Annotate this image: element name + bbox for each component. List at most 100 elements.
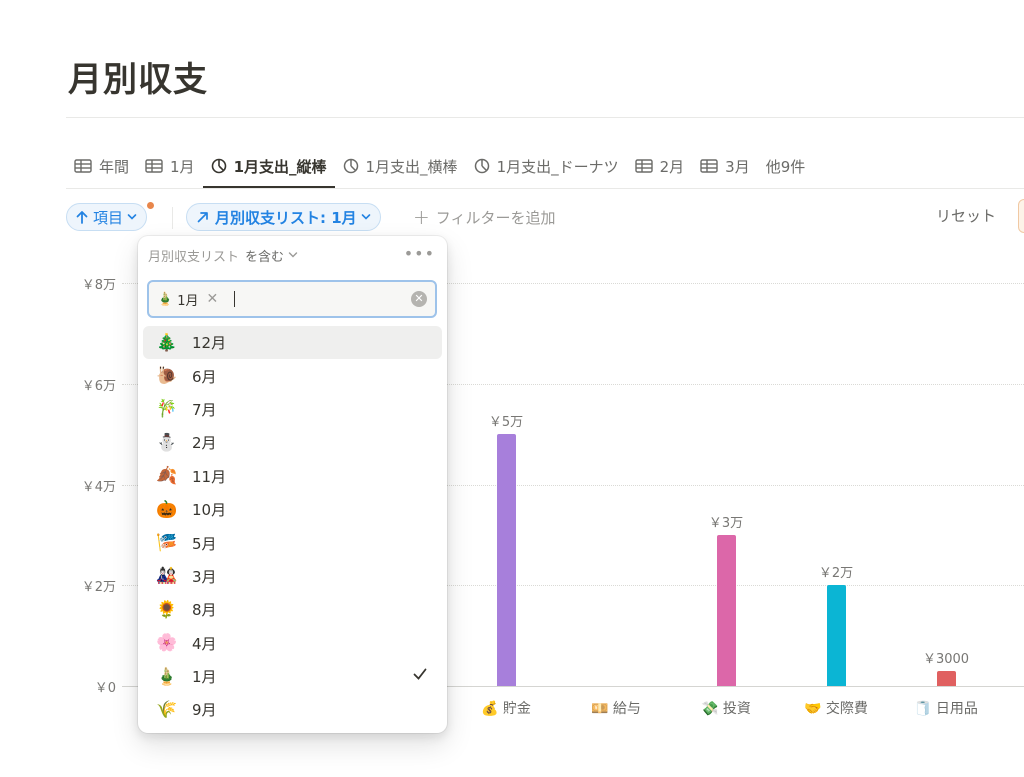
chart-icon bbox=[211, 158, 226, 174]
tab-jan-expense-donut[interactable]: 1月支出_ドーナツ bbox=[466, 146, 627, 186]
option-item[interactable]: 🍂 11月 bbox=[143, 460, 442, 493]
token-emoji: 🎍 bbox=[157, 291, 174, 307]
option-item[interactable]: 🎄 12月 bbox=[143, 326, 442, 360]
tab-march[interactable]: 3月 bbox=[692, 146, 758, 186]
table-icon bbox=[700, 159, 718, 173]
arrow-up-icon bbox=[76, 211, 88, 224]
table-icon bbox=[74, 159, 92, 173]
tab-annual[interactable]: 年間 bbox=[66, 146, 137, 186]
option-item[interactable]: 🐌 6月 bbox=[143, 359, 442, 392]
save-button[interactable] bbox=[1018, 199, 1024, 233]
option-item[interactable]: 🎏 5月 bbox=[143, 526, 442, 559]
bar-value-label: ￥2万 bbox=[818, 566, 854, 582]
tab-label: 1月 bbox=[170, 157, 195, 176]
filter-operator[interactable]: を含む bbox=[245, 246, 284, 265]
filter-property-name: 月別収支リスト bbox=[148, 249, 240, 265]
option-label: 7月 bbox=[192, 400, 217, 419]
add-filter-label: フィルターを追加 bbox=[435, 208, 556, 227]
option-emoji: 🍂 bbox=[156, 466, 178, 487]
chart-bar[interactable] bbox=[936, 670, 956, 686]
x-tick-label: 💴 給与 bbox=[591, 701, 641, 717]
text-caret bbox=[234, 291, 236, 307]
y-tick-label: ￥6万 bbox=[81, 378, 116, 394]
option-item[interactable]: 🌻 8月 bbox=[143, 593, 442, 626]
tab-january[interactable]: 1月 bbox=[137, 146, 203, 186]
option-emoji: 🎎 bbox=[156, 566, 178, 587]
view-tabs: 年間 1月 1月支出_縦棒 1月支出_横棒 1月支出_ドーナツ 2月 3月 他9… bbox=[66, 146, 813, 188]
option-label: 10月 bbox=[192, 501, 227, 520]
tab-label: 1月支出_縦棒 bbox=[233, 157, 327, 176]
bar-value-label: ￥3000 bbox=[922, 651, 970, 667]
reset-button[interactable]: リセット bbox=[936, 205, 996, 226]
filter-pill[interactable]: 月別収支リスト: 1月 bbox=[186, 203, 381, 231]
tabs-divider bbox=[66, 188, 1024, 189]
tab-label: 2月 bbox=[659, 157, 685, 176]
tab-label: 3月 bbox=[725, 157, 750, 176]
option-item[interactable]: 🎃 10月 bbox=[143, 493, 442, 526]
page-title: 月別収支 bbox=[68, 60, 208, 100]
option-emoji: 🐌 bbox=[156, 366, 178, 387]
option-list: 🎄 12月 🐌 6月 🎋 7月 ⛄ 2月 🍂 11月 🎃 10月 🎏 5月 🎎 3月 🌻 8月 🌸 4月 🎍 1月 🌾 9月 bbox=[143, 326, 442, 727]
option-label: 11月 bbox=[192, 467, 227, 486]
sort-pill-label: 項目 bbox=[93, 208, 124, 227]
y-tick-label: ￥4万 bbox=[81, 479, 116, 495]
token-label: 1月 bbox=[177, 293, 199, 309]
toolbar-divider bbox=[172, 207, 173, 229]
tab-jan-expense-vertical-bar[interactable]: 1月支出_縦棒 bbox=[202, 146, 335, 188]
chart-icon bbox=[474, 158, 489, 174]
tab-label: 1月支出_ドーナツ bbox=[496, 157, 619, 176]
add-filter-button[interactable]: + フィルターを追加 bbox=[413, 205, 555, 229]
x-tick-label: 💰 貯金 bbox=[481, 701, 531, 717]
filter-dropdown: 月別収支リスト を含む ••• 🎍 1月 ✕ ✕ 🎄 12月 🐌 6月 🎋 7月 ⛄ 2月 🍂 1… bbox=[138, 236, 447, 733]
option-item[interactable]: 🎍 1月 bbox=[143, 660, 442, 693]
remove-token-icon[interactable]: ✕ bbox=[206, 291, 218, 307]
tab-february[interactable]: 2月 bbox=[627, 146, 693, 186]
clear-input-icon[interactable]: ✕ bbox=[411, 291, 427, 307]
y-tick-label: ￥2万 bbox=[81, 580, 116, 596]
option-emoji: ⛄ bbox=[156, 432, 178, 453]
filter-condition-header: 月別収支リスト を含む bbox=[148, 246, 437, 265]
option-item[interactable]: 🌸 4月 bbox=[143, 627, 442, 660]
option-emoji: 🎏 bbox=[156, 533, 178, 554]
option-emoji: 🌾 bbox=[156, 699, 178, 720]
tab-label: 他9件 bbox=[765, 157, 806, 176]
sort-pill[interactable]: 項目 bbox=[66, 203, 148, 231]
chart-bar[interactable] bbox=[716, 534, 736, 686]
table-icon bbox=[145, 159, 163, 173]
change-indicator-dot bbox=[146, 201, 155, 210]
option-emoji: 🌸 bbox=[156, 633, 178, 654]
tab-jan-expense-horizontal-bar[interactable]: 1月支出_横棒 bbox=[335, 146, 466, 186]
option-item[interactable]: 🌾 9月 bbox=[143, 693, 442, 726]
chevron-down-icon bbox=[361, 214, 370, 220]
plus-icon: + bbox=[413, 205, 430, 229]
x-tick-label: 🧻 日用品 bbox=[914, 701, 978, 717]
chart-icon bbox=[343, 158, 358, 174]
option-label: 2月 bbox=[192, 434, 217, 453]
bar-value-label: ￥3万 bbox=[708, 515, 744, 531]
checkmark-icon bbox=[413, 668, 427, 680]
option-label: 1月 bbox=[192, 668, 217, 687]
tab-more-views[interactable]: 他9件 bbox=[758, 146, 814, 186]
option-label: 3月 bbox=[192, 567, 217, 586]
option-emoji: 🌻 bbox=[156, 599, 178, 620]
more-options-icon[interactable]: ••• bbox=[404, 244, 435, 263]
tab-label: 年間 bbox=[99, 157, 130, 176]
option-label: 8月 bbox=[192, 601, 217, 620]
bar-value-label: ￥5万 bbox=[488, 415, 524, 431]
option-item[interactable]: 🎎 3月 bbox=[143, 560, 442, 593]
x-tick-label: 🤝 交際費 bbox=[804, 701, 868, 717]
option-label: 12月 bbox=[192, 334, 227, 353]
selected-token: 🎍 1月 ✕ bbox=[157, 290, 218, 309]
chart-bar[interactable] bbox=[496, 434, 516, 686]
option-emoji: 🎄 bbox=[156, 332, 178, 353]
filter-search-input[interactable]: 🎍 1月 ✕ ✕ bbox=[147, 280, 437, 318]
option-item[interactable]: ⛄ 2月 bbox=[143, 426, 442, 459]
option-label: 4月 bbox=[192, 634, 217, 653]
chart-bar[interactable] bbox=[826, 585, 846, 686]
option-item[interactable]: 🎋 7月 bbox=[143, 393, 442, 426]
option-emoji: 🎃 bbox=[156, 499, 178, 520]
title-divider bbox=[66, 117, 1024, 118]
relation-arrow-icon bbox=[197, 212, 208, 223]
y-tick-label: ￥0 bbox=[94, 681, 116, 696]
chevron-down-icon bbox=[288, 252, 298, 258]
